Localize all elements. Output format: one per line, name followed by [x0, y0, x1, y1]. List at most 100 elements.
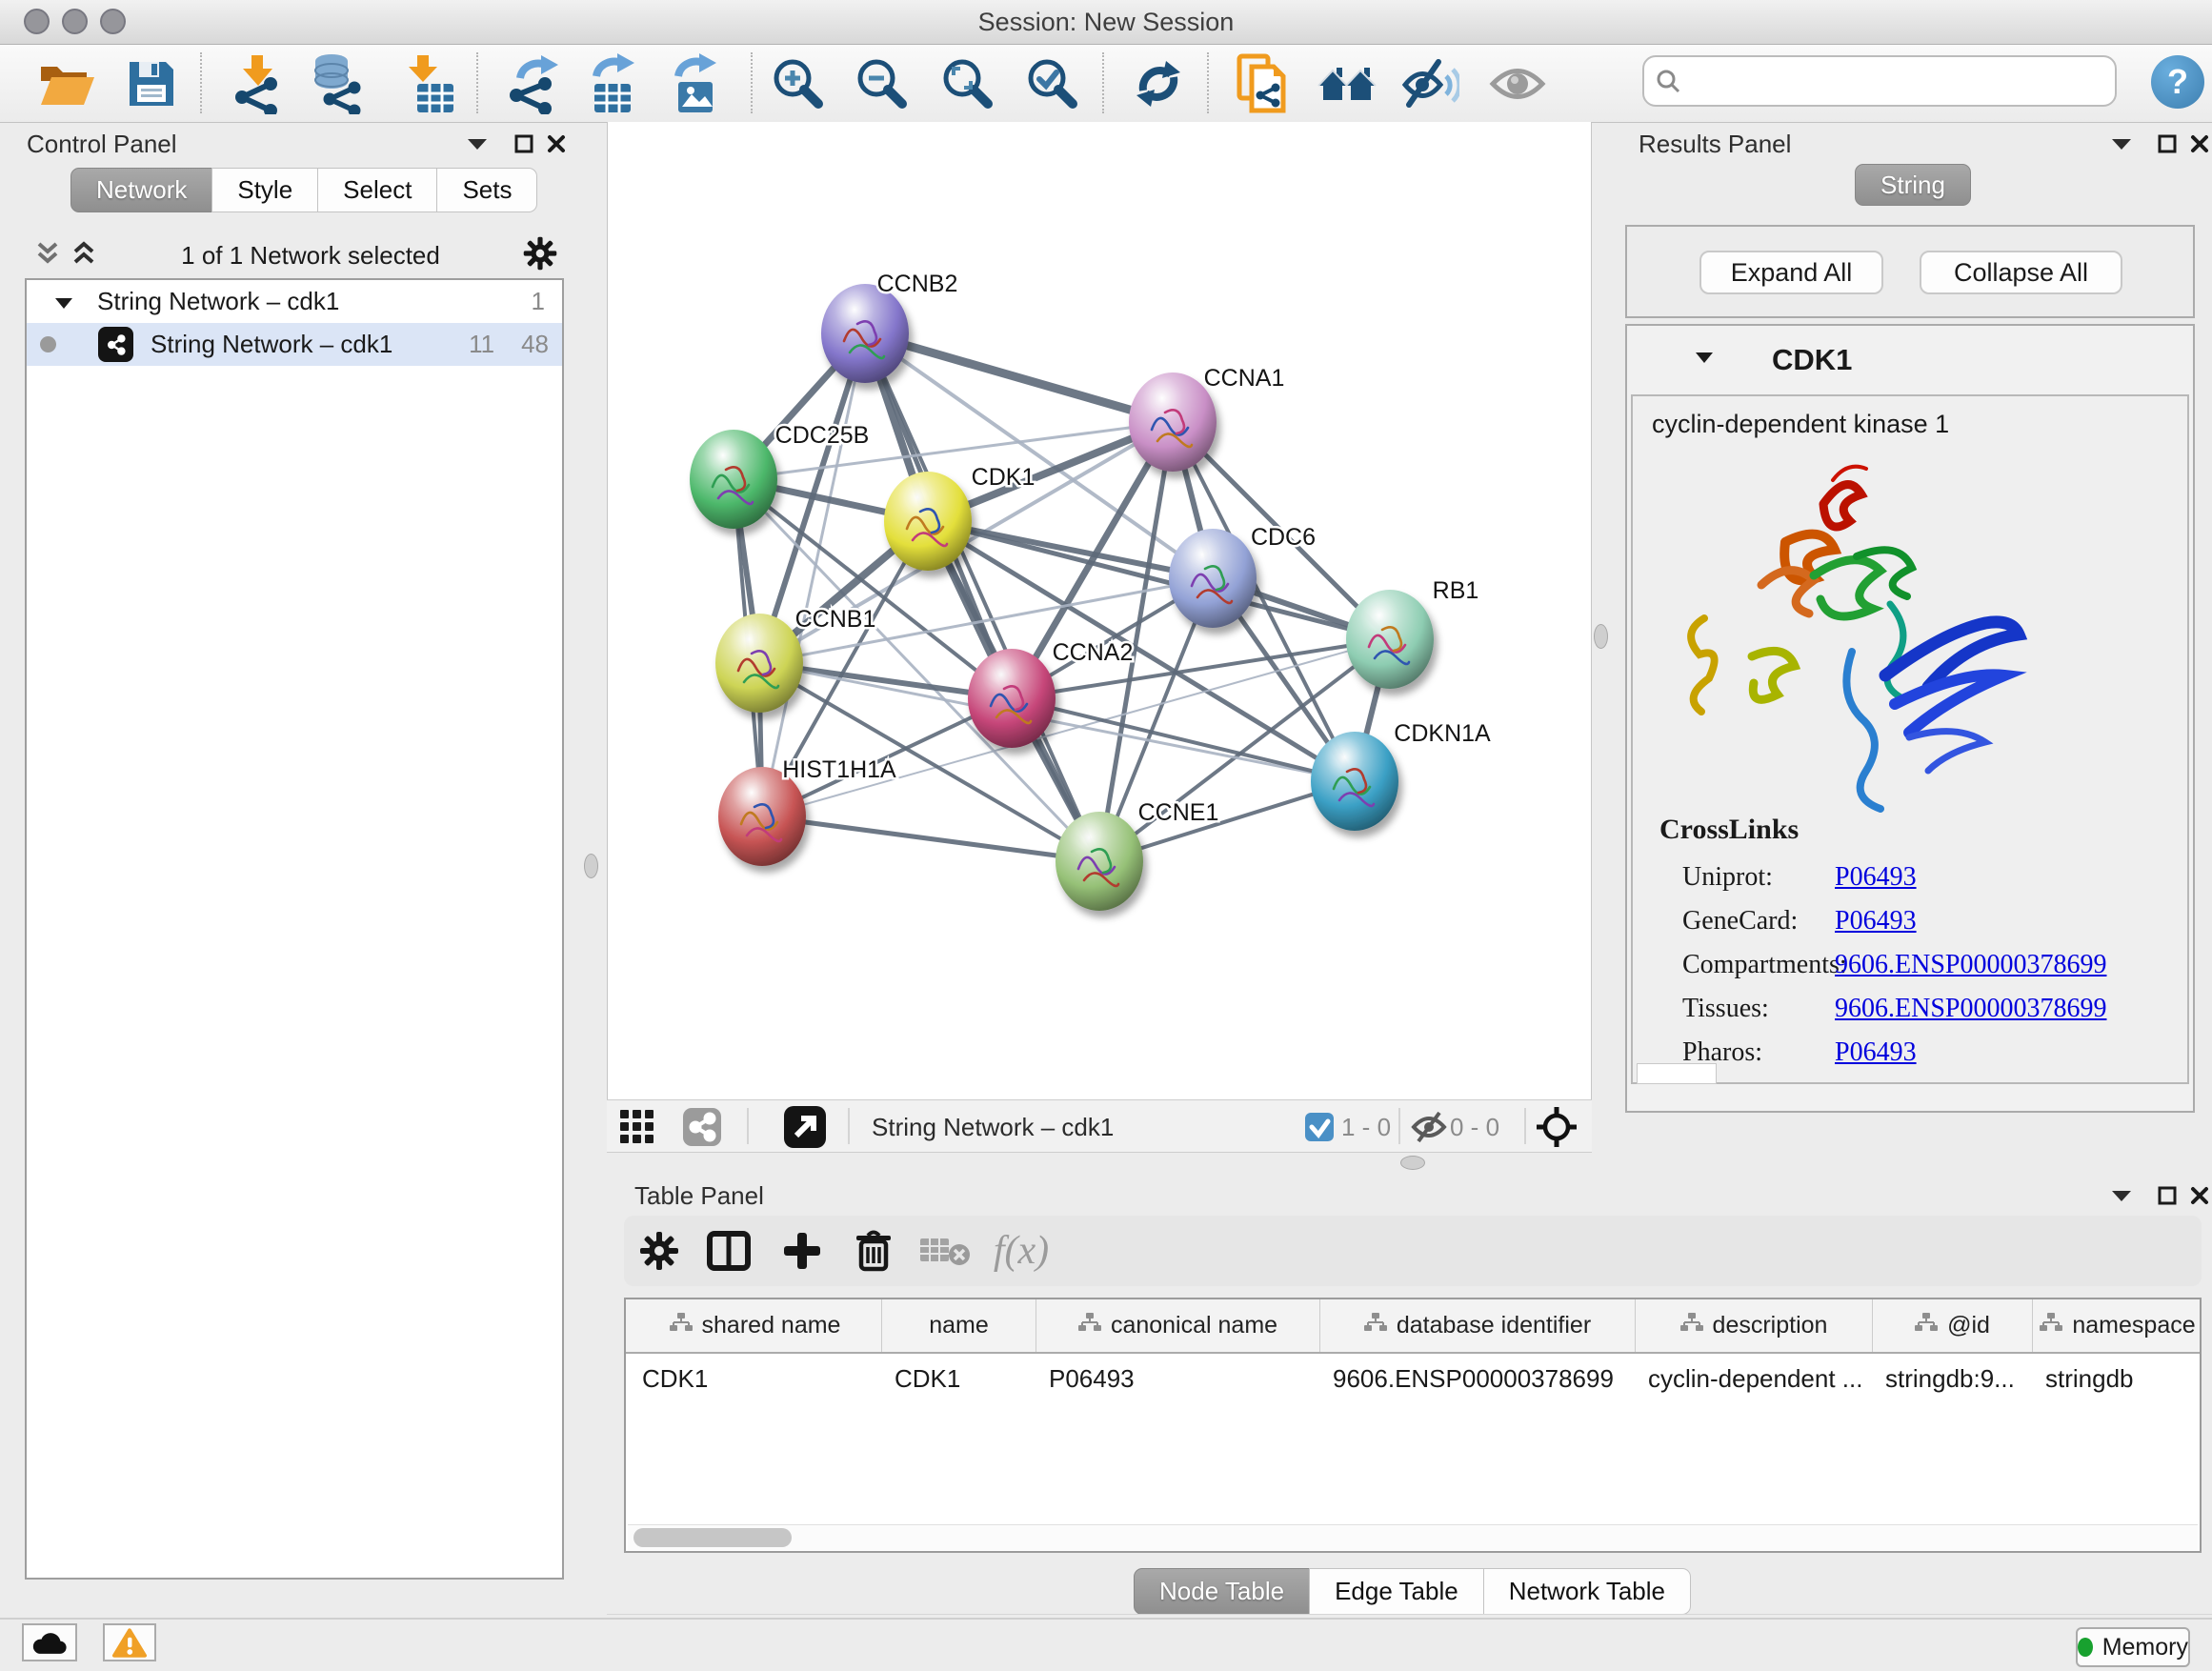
collapse-all-button[interactable]: Collapse All — [1920, 251, 2122, 294]
column-header-database-identifier[interactable]: database identifier — [1319, 1299, 1635, 1352]
table-cell[interactable]: stringdb:9... — [1885, 1357, 2028, 1400]
zoom-out-icon[interactable] — [847, 50, 914, 117]
show-all-icon[interactable] — [1484, 50, 1551, 117]
table-panel-close-icon[interactable] — [2183, 1181, 2212, 1210]
network-node-CCNB2[interactable] — [821, 284, 909, 383]
network-node-CCNB1[interactable] — [715, 614, 803, 713]
network-node-CDKN1A[interactable] — [1311, 732, 1398, 831]
import-network-file-icon[interactable] — [225, 50, 292, 117]
gear-icon[interactable] — [626, 1216, 693, 1286]
hide-selected-icon[interactable] — [1397, 50, 1463, 117]
protein-header[interactable]: CDK1 — [1627, 326, 2193, 394]
crosslink-link[interactable]: P06493 — [1835, 862, 1917, 893]
crosslinks-heading: CrossLinks — [1659, 814, 1799, 846]
expand-all-icon[interactable] — [69, 240, 99, 272]
column-header-name[interactable]: name — [881, 1299, 1036, 1352]
crosslink-link[interactable]: 9606.ENSP00000378699 — [1835, 994, 2106, 1024]
table-cell[interactable]: cyclin-dependent ... — [1648, 1357, 1868, 1400]
memory-status-dot — [2078, 1638, 2093, 1657]
results-panel-float-icon[interactable] — [2151, 130, 2183, 158]
bottom-splitter-handle[interactable] — [1400, 1156, 1425, 1170]
network-node-CDK1[interactable] — [884, 472, 972, 571]
refresh-layout-icon[interactable] — [1125, 50, 1192, 117]
crosslink-link[interactable]: 9606.ENSP00000378699 — [1835, 950, 2106, 980]
table-cell[interactable]: P06493 — [1049, 1357, 1316, 1400]
tab-select[interactable]: Select — [317, 168, 437, 212]
table-panel-collapse-icon[interactable] — [2105, 1181, 2138, 1210]
selected-checkbox[interactable] — [1305, 1113, 1334, 1146]
network-node-RB1[interactable] — [1346, 590, 1434, 689]
results-panel-close-icon[interactable] — [2183, 130, 2212, 158]
table-cell[interactable]: CDK1 — [895, 1357, 1032, 1400]
column-header-description[interactable]: description — [1635, 1299, 1872, 1352]
column-header-@id[interactable]: @id — [1872, 1299, 2032, 1352]
zoom-in-icon[interactable] — [763, 50, 830, 117]
table-cell[interactable]: CDK1 — [642, 1357, 877, 1400]
home-pages-icon[interactable] — [1314, 50, 1380, 117]
expand-all-button[interactable]: Expand All — [1699, 251, 1883, 294]
tab-network[interactable]: Network — [70, 168, 212, 212]
table-panel-float-icon[interactable] — [2151, 1181, 2183, 1210]
memory-button[interactable]: Memory — [2076, 1627, 2190, 1667]
network-node-CDC6[interactable] — [1169, 529, 1257, 628]
gear-icon[interactable] — [522, 235, 558, 276]
network-collection-row[interactable]: String Network – cdk1 1 — [27, 280, 562, 323]
columns-icon[interactable] — [695, 1216, 762, 1286]
share-document-icon[interactable] — [1230, 50, 1297, 117]
right-splitter-handle[interactable] — [1594, 624, 1608, 649]
column-header-namespace[interactable]: namespace — [2032, 1299, 2202, 1352]
zoom-fit-icon[interactable] — [933, 50, 999, 117]
import-network-database-icon[interactable] — [303, 50, 370, 117]
tab-edge-table[interactable]: Edge Table — [1309, 1568, 1484, 1615]
column-type-icon — [1364, 1312, 1387, 1339]
results-panel-collapse-icon[interactable] — [2105, 130, 2138, 158]
tab-network-table[interactable]: Network Table — [1483, 1568, 1691, 1615]
scrollbar-thumb[interactable] — [633, 1528, 792, 1547]
table-cell[interactable]: stringdb — [2045, 1357, 2199, 1400]
node-table[interactable]: shared namenamecanonical namedatabase id… — [624, 1298, 2202, 1553]
open-in-new-icon[interactable] — [784, 1106, 826, 1153]
column-header-shared-name[interactable]: shared name — [629, 1299, 881, 1352]
table-cell[interactable]: 9606.ENSP00000378699 — [1333, 1357, 1631, 1400]
status-bar: Memory — [0, 1618, 2212, 1671]
crosslink-link[interactable]: P06493 — [1835, 1037, 1917, 1068]
zoom-selected-icon[interactable] — [1017, 50, 1084, 117]
column-header-canonical-name[interactable]: canonical name — [1036, 1299, 1319, 1352]
network-node-CDC25B[interactable] — [690, 430, 777, 529]
cloud-button[interactable] — [22, 1623, 77, 1661]
fit-selected-crosshair-icon[interactable] — [1536, 1106, 1578, 1153]
crosslink-link[interactable]: P06493 — [1835, 906, 1917, 936]
network-row-selected[interactable]: String Network – cdk1 11 48 — [27, 323, 562, 366]
table-hscrollbar[interactable] — [628, 1524, 2198, 1550]
left-splitter-handle[interactable] — [584, 854, 598, 878]
protein-expander-icon[interactable] — [1696, 352, 1713, 369]
tab-node-table[interactable]: Node Table — [1134, 1568, 1310, 1615]
network-canvas[interactable]: CCNB2CCNA1CDC25BCDK1CDC6RB1CCNB1CCNA2CDK… — [607, 122, 1592, 1099]
collection-count: 1 — [532, 287, 545, 316]
search-input[interactable] — [1642, 55, 2117, 107]
export-image-icon[interactable] — [661, 50, 728, 117]
trash-icon[interactable] — [840, 1216, 907, 1286]
control-panel-collapse-icon[interactable] — [461, 130, 493, 158]
control-panel-float-icon[interactable] — [508, 130, 540, 158]
network-node-CCNE1[interactable] — [1056, 812, 1143, 911]
results-scrollbar[interactable] — [1637, 1063, 1717, 1084]
tab-sets[interactable]: Sets — [436, 168, 537, 212]
add-icon[interactable] — [769, 1216, 835, 1286]
collapse-all-icon[interactable] — [32, 240, 63, 272]
tab-string[interactable]: String — [1855, 164, 1971, 206]
warning-button[interactable] — [103, 1623, 156, 1661]
save-session-icon[interactable] — [118, 50, 185, 117]
network-node-CCNA2[interactable] — [968, 649, 1056, 748]
search-field[interactable] — [1680, 66, 2115, 97]
control-panel-close-icon[interactable] — [540, 130, 573, 158]
tree-expander-icon[interactable] — [55, 287, 72, 316]
export-network-icon[interactable] — [499, 50, 566, 117]
help-icon[interactable]: ? — [2151, 55, 2204, 109]
open-session-icon[interactable] — [32, 50, 99, 117]
tab-style[interactable]: Style — [211, 168, 318, 212]
export-table-icon[interactable] — [579, 50, 646, 117]
grid-view-icon[interactable] — [620, 1110, 654, 1149]
share-view-icon[interactable] — [683, 1108, 721, 1151]
import-table-icon[interactable] — [394, 50, 461, 117]
